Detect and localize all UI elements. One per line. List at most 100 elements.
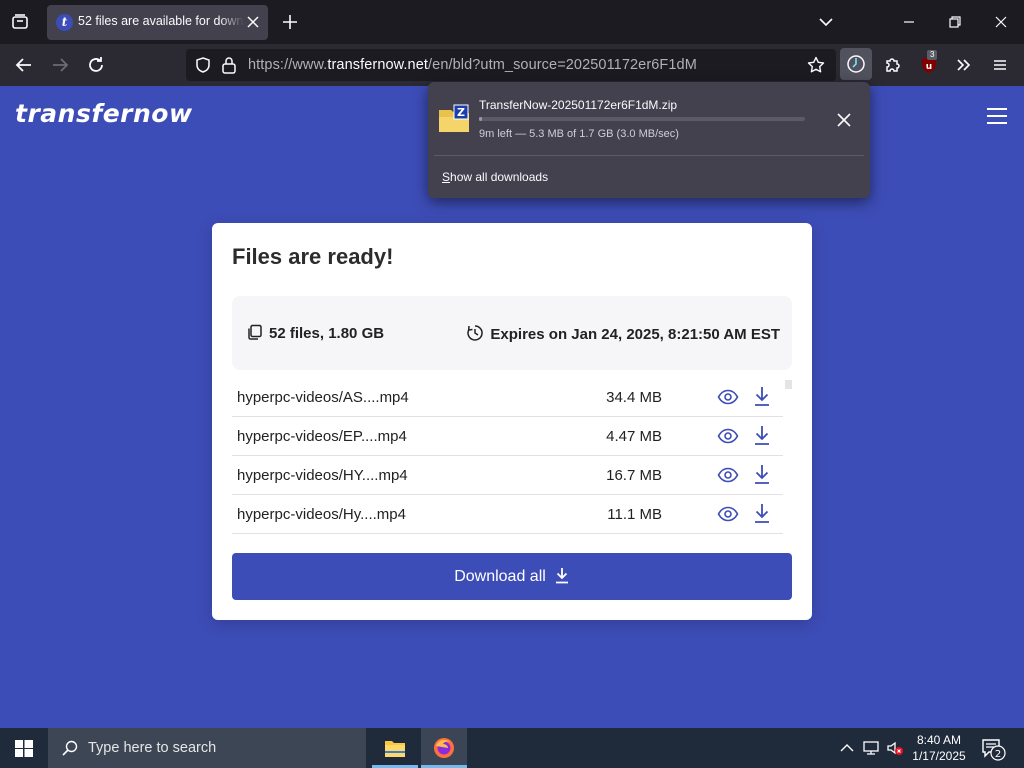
restore-icon [949,16,961,28]
star-bookmark-icon[interactable] [807,56,825,74]
action-center-button[interactable]: 2 [980,737,1006,761]
hamburger-menu-icon [994,60,1006,70]
volume-button[interactable] [886,739,904,757]
download-filename[interactable]: TransferNow-202501172er6F1dM.zip [479,98,677,112]
lock-icon[interactable] [221,56,237,74]
windows-taskbar: Type here to search 8:40 AM 1/17/2025 2 [0,728,1024,768]
file-name: hyperpc-videos/Hy....mp4 [237,506,406,523]
download-icon [755,465,769,484]
files-summary: 52 files, 1.80 GB [246,324,384,342]
more-tools-button[interactable] [953,54,975,76]
close-window-button[interactable] [991,12,1011,32]
download-all-button[interactable]: Download all [232,553,792,600]
hamburger-menu-icon [987,108,1007,124]
copy-files-icon [248,324,262,340]
file-name: hyperpc-videos/HY....mp4 [237,467,408,484]
browser-tab-bar: t 52 files are available for download [0,0,1024,44]
svg-text:2: 2 [995,749,1001,760]
firefox-icon [434,738,454,758]
transfernow-favicon-icon: t [56,14,73,31]
file-row: hyperpc-videos/HY....mp4 16.7 MB [232,456,783,495]
show-all-downloads-link[interactable]: Show all downloads [442,170,548,184]
file-size: 11.1 MB [607,506,662,523]
transfer-summary: 52 files, 1.80 GB Expires on Jan 24, 202… [232,296,792,370]
preview-file-button[interactable] [717,466,739,484]
file-row: hyperpc-videos/Hy....mp4 11.1 MB [232,495,783,534]
list-all-tabs-button[interactable] [816,12,836,32]
panel-divider [434,155,864,156]
arrow-right-icon [53,58,69,72]
restore-button[interactable] [945,12,965,32]
clock-date: 1/17/2025 [912,749,966,763]
address-bar[interactable]: https://www.transfernow.net/en/bld?utm_s… [186,49,836,81]
minimize-button[interactable] [899,12,919,32]
arrow-left-icon [15,58,31,72]
new-tab-button[interactable] [280,12,300,32]
search-placeholder: Type here to search [88,740,217,756]
tab-list-icon [12,14,28,29]
download-progress-bar [479,117,805,121]
file-name: hyperpc-videos/EP....mp4 [237,428,407,445]
download-icon [755,426,769,445]
reload-button[interactable] [85,54,107,76]
tab-close-icon[interactable] [246,15,260,29]
app-menu-button[interactable] [989,54,1011,76]
active-tab[interactable]: t 52 files are available for download [47,5,268,40]
forward-button[interactable] [49,54,71,76]
extension-badge: 3 [927,50,938,60]
eye-icon [717,467,739,483]
file-list: hyperpc-videos/AS....mp4 34.4 MB hyperpc-v… [232,378,783,534]
site-menu-button[interactable] [985,106,1009,126]
preview-file-button[interactable] [717,427,739,445]
network-icon [863,741,879,755]
show-hidden-icons-button[interactable] [838,739,856,757]
scrollbar-thumb[interactable] [785,380,792,389]
firefox-taskbar-button[interactable] [421,728,467,768]
download-progress-fill [479,117,483,121]
start-button[interactable] [0,728,48,768]
file-list-scrollbar[interactable] [785,380,792,540]
download-file-button[interactable] [752,502,772,524]
eye-icon [717,506,739,522]
windows-logo-icon [15,740,33,757]
extensions-button[interactable] [882,54,904,76]
ublock-origin-button[interactable]: u 3 [918,50,940,76]
taskbar-search-box[interactable]: Type here to search [48,728,366,768]
chevron-down-icon [819,18,833,27]
file-size: 34.4 MB [606,389,662,406]
close-icon [995,16,1007,28]
download-progress-icon [847,55,865,73]
url-text[interactable]: https://www.transfernow.net/en/bld?utm_s… [248,57,697,73]
preview-file-button[interactable] [717,505,739,523]
network-button[interactable] [862,739,880,757]
preview-file-button[interactable] [717,388,739,406]
zip-file-icon: Z [438,102,470,134]
timer-icon [467,325,484,341]
plus-icon [283,15,297,29]
shield-icon[interactable] [194,56,212,74]
cancel-download-button[interactable] [836,112,852,128]
files-card: Files are ready! 52 files, 1.80 GB Expir… [212,223,812,620]
download-status: 9m left — 5.3 MB of 1.7 GB (3.0 MB/sec) [479,128,679,140]
downloads-button[interactable] [840,48,872,80]
speaker-muted-icon [887,741,903,755]
notification-icon: 2 [982,739,1006,761]
file-explorer-taskbar-button[interactable] [372,728,418,768]
transfernow-logo[interactable]: transfernow [15,99,193,128]
download-file-button[interactable] [752,424,772,446]
download-file-button[interactable] [752,385,772,407]
minimize-icon [904,21,914,23]
taskbar-clock[interactable]: 8:40 AM 1/17/2025 [908,732,970,764]
file-name: hyperpc-videos/AS....mp4 [237,389,409,406]
svg-text:Z: Z [457,106,465,119]
tab-list-button[interactable] [8,10,32,34]
back-button[interactable] [13,54,35,76]
chevron-up-icon [840,744,854,752]
download-file-button[interactable] [752,463,772,485]
expiration-summary: Expires on Jan 24, 2025, 8:21:50 AM EST [466,324,780,343]
download-icon [555,568,568,584]
file-row: hyperpc-videos/EP....mp4 4.47 MB [232,417,783,456]
eye-icon [717,428,739,444]
downloads-panel: Z TransferNow-202501172er6F1dM.zip 9m le… [428,82,870,198]
double-chevron-right-icon [957,59,971,71]
